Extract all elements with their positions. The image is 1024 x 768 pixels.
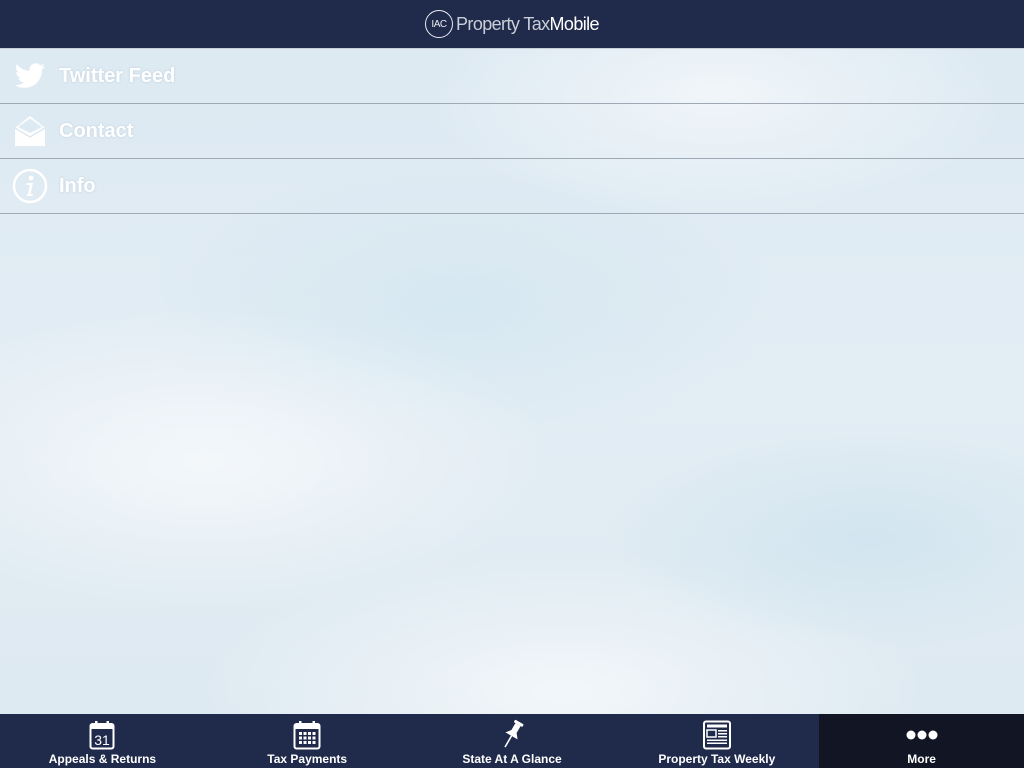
tab-label: Property Tax Weekly xyxy=(658,752,776,766)
menu-item-info[interactable]: Info xyxy=(0,159,1024,214)
calendar-day-text: 31 xyxy=(95,732,111,748)
tab-appeals-returns[interactable]: 31 Appeals & Returns xyxy=(0,714,205,768)
app-title: Property TaxMobile xyxy=(456,13,600,35)
tab-state-at-a-glance[interactable]: State At A Glance xyxy=(410,714,615,768)
tab-tax-payments[interactable]: Tax Payments xyxy=(205,714,410,768)
tab-label: More xyxy=(907,752,936,766)
menu-item-label: Info xyxy=(59,174,96,197)
newspaper-icon xyxy=(702,719,732,751)
top-bar: IAC Property TaxMobile xyxy=(0,0,1024,49)
tab-label: Tax Payments xyxy=(267,752,348,766)
tab-label: Appeals & Returns xyxy=(48,752,157,766)
info-icon xyxy=(12,168,48,204)
logo-text: IAC xyxy=(431,18,447,30)
tab-more[interactable]: More xyxy=(819,714,1024,768)
calendar-grid-icon xyxy=(293,719,321,751)
tab-label: State At A Glance xyxy=(462,752,562,766)
menu-item-label: Contact xyxy=(59,119,134,142)
pushpin-icon xyxy=(499,719,525,751)
app-title-light: Property Tax xyxy=(456,13,550,34)
calendar-31-icon: 31 xyxy=(89,719,115,751)
twitter-icon xyxy=(12,58,48,94)
more-menu-list: Twitter Feed Contact Info xyxy=(0,49,1024,214)
menu-item-contact[interactable]: Contact xyxy=(0,104,1024,159)
menu-item-twitter-feed[interactable]: Twitter Feed xyxy=(0,49,1024,104)
more-dots-icon xyxy=(906,719,938,751)
tab-property-tax-weekly[interactable]: Property Tax Weekly xyxy=(614,714,819,768)
mail-icon xyxy=(12,113,48,149)
bottom-tab-bar: 31 Appeals & Returns Tax Payments State … xyxy=(0,714,1024,768)
iac-logo: IAC xyxy=(425,10,454,38)
app-brand: IAC Property TaxMobile xyxy=(425,10,600,38)
app-title-bold: Mobile xyxy=(549,13,600,34)
menu-item-label: Twitter Feed xyxy=(59,64,176,87)
